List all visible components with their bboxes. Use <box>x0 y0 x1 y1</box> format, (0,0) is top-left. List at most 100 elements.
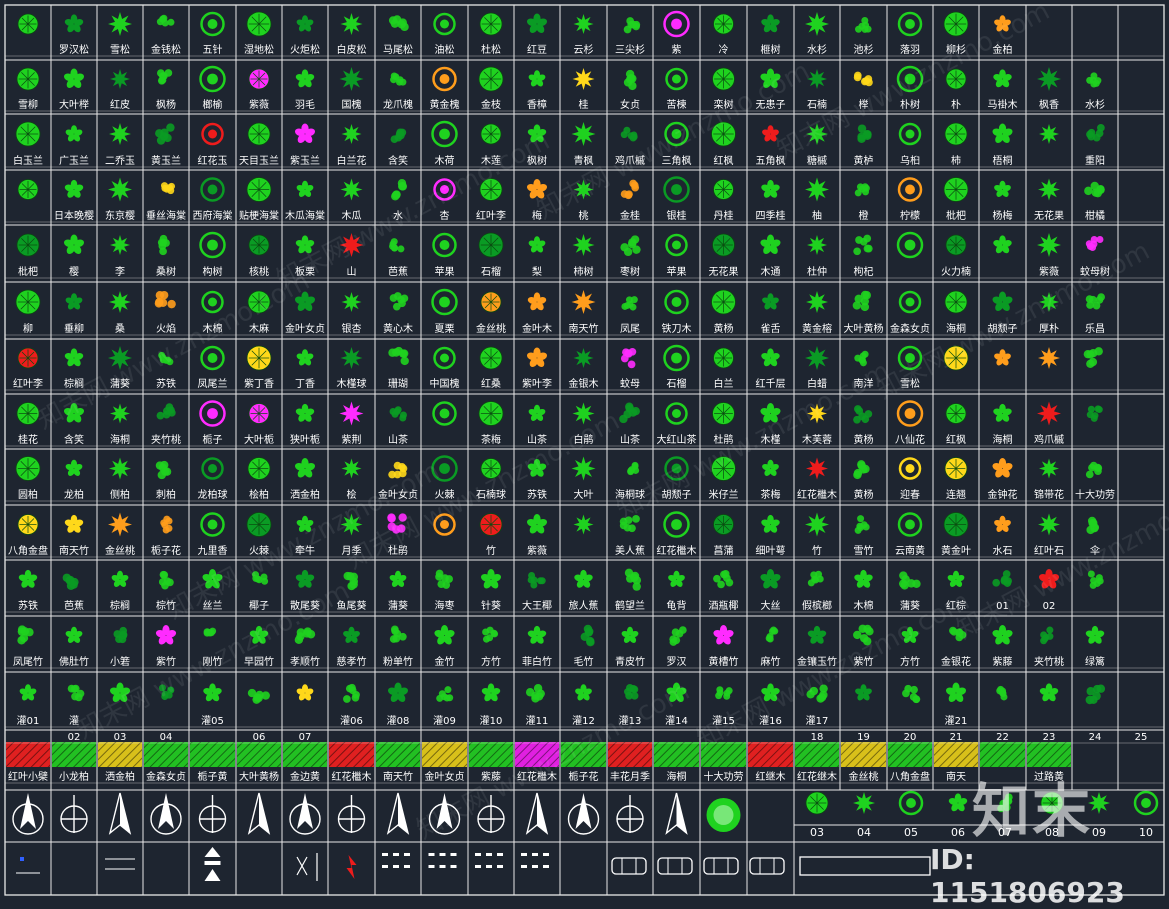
plant-symbol <box>108 346 132 370</box>
plant-symbol <box>246 512 272 537</box>
plant-label: 紫竹 <box>854 655 874 668</box>
misc-symbol <box>393 865 399 868</box>
plant-label: 红花檵木 <box>797 488 837 501</box>
plant-symbol <box>1039 124 1059 144</box>
plant-symbol <box>807 235 827 255</box>
plant-symbol <box>246 11 272 37</box>
misc-symbol <box>497 865 503 868</box>
plant-label: 金桂 <box>620 209 640 222</box>
plant-label: 三角枫 <box>662 154 692 167</box>
plant-label: 山茶 <box>620 433 640 446</box>
plant-label: 红桑 <box>481 377 501 390</box>
plant-label: 茶梅 <box>761 488 781 501</box>
plant-label: 海桐 <box>946 322 966 335</box>
misc-symbol <box>382 853 388 856</box>
plant-symbol <box>108 12 132 36</box>
plant-symbol <box>1037 401 1061 426</box>
plant-label: 李 <box>115 265 125 278</box>
misc-symbol <box>521 853 527 856</box>
plant-symbol <box>1038 513 1060 536</box>
plant-label: 红叶李 <box>476 209 506 222</box>
plant-label: 杜仲 <box>807 265 827 278</box>
plant-label: 23 <box>1043 732 1056 743</box>
plant-label: 01 <box>996 601 1009 612</box>
plant-label: 慈孝竹 <box>337 655 367 668</box>
hedge-swatch-hatch <box>237 742 281 767</box>
plant-label: 广玉兰 <box>59 154 89 167</box>
plant-label: 雀舌 <box>761 323 781 335</box>
hedge-swatch-hatch <box>6 742 50 767</box>
plant-label: 白玉兰 <box>13 154 43 167</box>
plant-symbol <box>945 403 967 424</box>
plant-label: 金镶玉竹 <box>797 655 837 668</box>
plant-label: 黄金叶 <box>941 544 971 557</box>
plant-label: 板栗 <box>295 265 315 278</box>
plant-label: 国槐 <box>342 98 362 111</box>
plant-label: 火力楠 <box>941 265 971 278</box>
plant-label: 灌 <box>69 715 79 727</box>
plant-label: 海桐 <box>993 433 1013 446</box>
symbol-number-label: 09 <box>1092 826 1106 839</box>
plant-label: 无花果 <box>1034 209 1064 222</box>
plant-label: 棕榈 <box>110 599 130 612</box>
plant-symbol <box>478 66 504 92</box>
plant-symbol <box>341 124 362 144</box>
hedge-swatch-hatch <box>795 742 839 767</box>
plant-label: 白兰花 <box>337 154 367 167</box>
plant-label: 针葵 <box>481 599 501 612</box>
plant-symbol <box>571 456 596 481</box>
plant-label: 构树 <box>203 265 223 278</box>
plant-symbol <box>16 233 40 257</box>
plant-symbol <box>479 12 503 36</box>
hedge-swatch-hatch <box>469 742 513 767</box>
plant-label: 大叶黄杨 <box>239 770 279 783</box>
plant-label: 21 <box>950 732 963 743</box>
plant-label: 22 <box>996 732 1009 743</box>
plant-label: 枣树 <box>620 265 640 278</box>
plant-symbol <box>711 121 736 147</box>
hedge-swatch-hatch <box>329 742 374 767</box>
plant-label: 湿地松 <box>244 43 274 56</box>
plant-label: 木瓜 <box>342 210 362 222</box>
misc-symbol <box>497 853 503 856</box>
plant-label: 榔榆 <box>203 98 223 111</box>
plant-label: 桧 <box>347 488 357 501</box>
plant-label: 凤尾 <box>620 323 640 335</box>
plant-label: 水杉 <box>807 43 827 56</box>
plant-label: 灌17 <box>806 715 829 727</box>
plant-label: 月季 <box>342 545 362 557</box>
plant-symbol <box>1039 458 1059 479</box>
hedge-swatch-hatch <box>701 742 746 767</box>
plant-symbol <box>340 513 363 536</box>
plant-label: 八角金盘 <box>8 544 48 557</box>
plant-label: 枫香 <box>1039 98 1059 111</box>
plant-symbol <box>571 122 596 146</box>
plant-label: 木麻 <box>249 322 269 335</box>
plant-symbol <box>943 512 969 537</box>
plant-symbol <box>943 345 969 371</box>
plant-label: 灌06 <box>340 715 363 727</box>
plant-symbol <box>108 512 132 537</box>
plant-label: 蒲葵 <box>110 377 130 390</box>
plant-label: 池杉 <box>854 43 874 56</box>
plant-label: 龙柏球 <box>198 488 228 501</box>
plant-label: 金丝桃 <box>105 544 135 557</box>
plant-label: 06 <box>253 732 266 743</box>
plant-label: 旅人蕉 <box>569 599 599 612</box>
plant-symbol <box>17 347 39 369</box>
plant-symbol <box>480 291 502 313</box>
plant-symbol <box>1038 178 1060 201</box>
plant-label: 白蜡 <box>807 377 827 390</box>
hedge-swatch-hatch <box>888 742 932 767</box>
plant-symbol <box>109 457 131 480</box>
plant-symbol <box>805 791 829 815</box>
plant-label: 木荷 <box>435 155 455 167</box>
plant-symbol <box>247 290 271 314</box>
hedge-swatch-hatch <box>190 742 235 767</box>
plant-label: 桑 <box>115 323 125 335</box>
plant-symbol <box>247 122 271 146</box>
plant-label: 西府海棠 <box>193 209 233 222</box>
symbol-number-label: 05 <box>904 826 918 839</box>
misc-symbol <box>543 853 549 856</box>
plant-label: 红花继木 <box>797 770 837 783</box>
